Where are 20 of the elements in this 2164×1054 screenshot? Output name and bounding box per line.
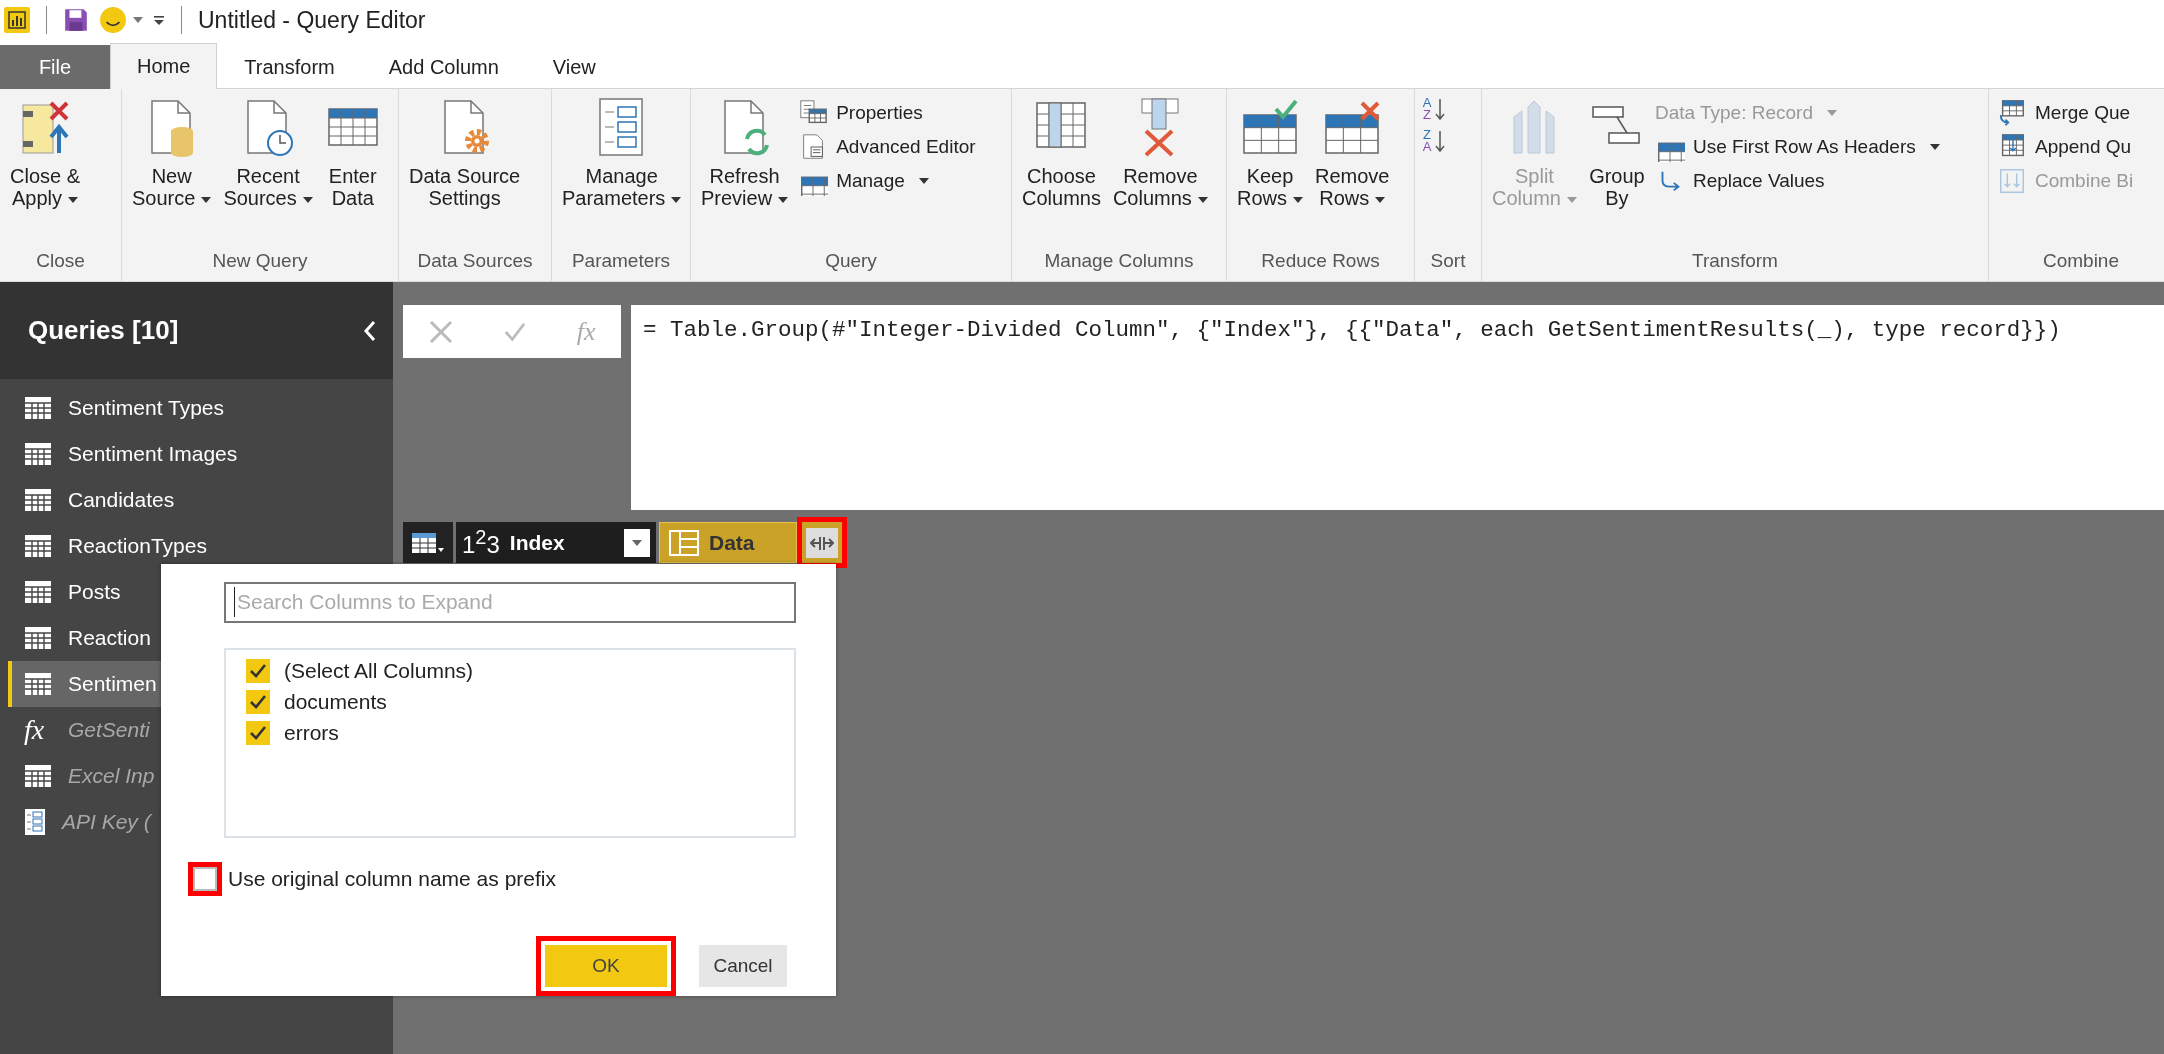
group-label: Manage Columns [1044, 249, 1194, 273]
pane-title: Queries [10] [28, 315, 179, 346]
checkbox-label: Use original column name as prefix [228, 867, 556, 891]
group-label: Close [36, 249, 85, 273]
window-title: Untitled - Query Editor [198, 6, 426, 34]
type-label: 1$^{2}$3 [462, 526, 500, 559]
group-label: Parameters [571, 249, 671, 273]
group-label: Transform [1692, 249, 1778, 273]
checkbox-label: errors [284, 720, 339, 745]
checkbox-label: (Select All Columns) [284, 658, 474, 683]
function-icon: fx [24, 714, 52, 746]
group-label: Reduce Rows [1261, 249, 1380, 273]
group-label: New Query [212, 249, 308, 273]
group-label: Sort [1430, 249, 1466, 273]
checkbox-label: documents [284, 689, 387, 714]
column-name: Index [509, 530, 566, 555]
group-label: Combine [2042, 249, 2119, 273]
group-label: Data Sources [417, 249, 533, 273]
column-name: Data [709, 530, 756, 555]
group-label: Query [825, 249, 877, 273]
